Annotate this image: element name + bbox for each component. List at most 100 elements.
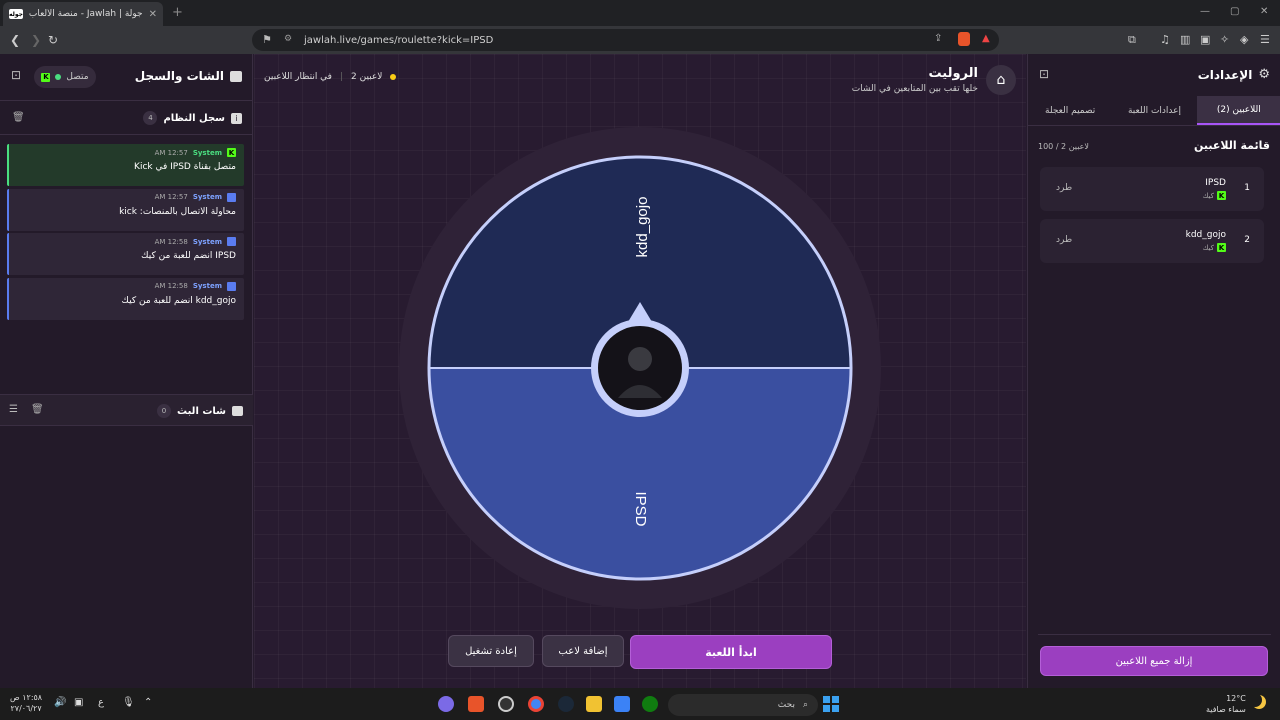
system-log-count: 4 (143, 111, 158, 125)
log-entry: K System 12:57 AM متصل بقناة IPSD في Kick (7, 144, 244, 186)
back-icon[interactable]: ❮ (10, 33, 20, 47)
tab-players[interactable]: اللاعبين (2) (1196, 96, 1280, 125)
steam-icon[interactable] (558, 696, 574, 712)
log-meta: System 12:58 AM (17, 281, 236, 291)
log-message: محاولة الاتصال بالمنصات: kick (119, 206, 236, 217)
clock-date: ٢٧/٠٦/٢٧ (10, 704, 42, 713)
chevron-up-icon[interactable]: ⌃ (144, 697, 152, 708)
start-icon[interactable] (823, 696, 839, 712)
address-bar[interactable]: ⚑ ⚙ jawlah.live/games/roulette?kick=IPSD… (252, 29, 999, 51)
divider (0, 425, 253, 426)
kick-icon: K (41, 72, 51, 82)
stream-chat-title-group: شات البث 0 (157, 404, 243, 418)
chat-bubble-icon (230, 70, 242, 82)
system-icon (227, 192, 236, 202)
restart-button[interactable]: إعادة تشغيل (448, 635, 534, 667)
player-name: IPSD (1205, 178, 1226, 188)
players-list-count: 100 / 2 لاعبين (1038, 142, 1089, 151)
tab-title: جولة | Jawlah - منصة الألعاب التفا (29, 9, 143, 19)
status-text: متصل (66, 72, 89, 82)
weather-widget[interactable]: 12°C سماء صافية (1206, 693, 1246, 715)
chrome-icon[interactable] (528, 696, 544, 712)
obs-icon[interactable] (498, 696, 514, 712)
share-icon[interactable]: ⇪ (934, 33, 942, 44)
volume-icon[interactable]: 🔊 (54, 697, 66, 708)
close-tab-icon[interactable]: ✕ (149, 9, 157, 20)
settings-header: ⚙ الإعدادات (1198, 67, 1270, 82)
wallet-icon[interactable]: ▣ (1200, 33, 1210, 46)
log-entry: System 12:57 AM محاولة الاتصال بالمنصات: k… (7, 188, 244, 231)
browser-tab[interactable]: جوله جولة | Jawlah - منصة الألعاب التفا … (3, 2, 163, 26)
kick-icon: K (1217, 243, 1226, 252)
system-icon (227, 281, 236, 291)
os-taskbar: ١٢:٥٨ ص ٢٧/٠٦/٢٧ 🔊 ▣ ع 🎙 ⌃ بحث ⌕ 12°C سم… (0, 688, 1280, 720)
forward-icon[interactable]: ❯ (31, 33, 41, 47)
tab-game-settings[interactable]: إعدادات اللعبة (1112, 96, 1196, 125)
network-icon[interactable]: ▣ (74, 697, 83, 708)
sidebar-icon[interactable]: ▥ (1180, 33, 1190, 46)
browser-tabbar: جوله جولة | Jawlah - منصة الألعاب التفا … (0, 0, 1280, 26)
brave-shield-icon[interactable] (958, 32, 970, 46)
game-area: في انتظار اللاعبين | 2 لاعبين الروليت خل… (254, 54, 1026, 688)
home-button[interactable]: ⌂ (986, 65, 1016, 95)
wheel-label-1: IPSD (632, 491, 649, 526)
clock[interactable]: ١٢:٥٨ ص ٢٧/٠٦/٢٧ (10, 692, 42, 714)
close-window-icon[interactable]: ✕ (1260, 6, 1268, 17)
add-player-button[interactable]: إضافة لاعب (542, 635, 624, 667)
players-count: 2 لاعبين (351, 72, 383, 82)
app-area: ⊡ K متصل الشات والسجل i سجل النظام 4 🗑 K… (0, 54, 1280, 688)
taskbar-search[interactable]: بحث ⌕ (668, 694, 818, 716)
minimize-icon[interactable]: — (1200, 6, 1210, 17)
chat-bubble-icon (232, 406, 243, 416)
align-icon[interactable]: ☰ (9, 404, 18, 415)
weather-temp: 12°C (1226, 694, 1246, 703)
collapse-panel-icon[interactable]: ⊡ (1039, 67, 1049, 81)
vpn-icon[interactable]: ◈ (1240, 33, 1248, 46)
settings-panel: ⊡ ⚙ الإعدادات اللاعبين (2) إعدادات اللعب… (1027, 54, 1280, 688)
bookmark-icon[interactable]: ⚑ (262, 33, 272, 46)
log-meta: System 12:58 AM (17, 237, 236, 246)
new-tab-icon[interactable]: + (172, 5, 183, 20)
discord-icon[interactable] (438, 696, 454, 712)
clock-time: ١٢:٥٨ ص (10, 693, 43, 702)
kick-player-button[interactable]: طرد (1056, 235, 1072, 245)
collapse-panel-icon[interactable]: ⊡ (11, 68, 21, 82)
game-status: في انتظار اللاعبين | 2 لاعبين (264, 72, 397, 82)
start-game-button[interactable]: ابدأ اللعبة (630, 635, 832, 669)
ai-icon[interactable]: ✧ (1220, 33, 1229, 46)
player-source-label: كيك (1202, 191, 1214, 200)
microphone-icon[interactable]: 🎙 (122, 697, 135, 708)
log-author: System (192, 282, 222, 290)
chat-panel-header: الشات والسجل (135, 69, 242, 83)
game-subtitle: خلها تقب بين المتابعين في الشات (851, 84, 978, 94)
log-entry: System 12:58 AM IPSD انضم للعبة من كيك (7, 233, 244, 275)
file-explorer-icon[interactable] (586, 696, 602, 712)
site-info-icon[interactable]: ⚙ (284, 34, 292, 44)
clear-log-icon[interactable]: 🗑 (12, 112, 25, 123)
system-log-title: سجل النظام (163, 112, 225, 124)
language-indicator[interactable]: ع (98, 697, 104, 708)
brave-icon[interactable] (468, 696, 484, 712)
music-icon[interactable]: ♫ (1160, 33, 1170, 46)
stream-chat-title: شات البث (177, 405, 226, 417)
log-time: 12:57 AM (154, 193, 188, 201)
screenshot-icon[interactable]: ⧉ (1128, 33, 1136, 47)
store-icon[interactable] (614, 696, 630, 712)
search-icon: ⌕ (802, 700, 808, 710)
menu-icon[interactable]: ☰ (1260, 33, 1270, 46)
tab-wheel-design[interactable]: تصميم العجلة (1028, 96, 1112, 125)
xbox-icon[interactable] (642, 696, 658, 712)
remove-all-players-button[interactable]: إزالة جميع اللاعبين (1040, 646, 1268, 676)
roulette-wheel[interactable]: kdd_gojo IPSD (399, 126, 881, 610)
log-icon: i (231, 112, 242, 124)
divider (0, 100, 253, 101)
moon-icon (1252, 695, 1266, 709)
brave-rewards-icon[interactable]: ▲ (982, 33, 990, 44)
log-time: 12:58 AM (154, 282, 188, 290)
kick-player-button[interactable]: طرد (1056, 183, 1072, 193)
maximize-icon[interactable]: ▢ (1230, 6, 1239, 17)
log-author: System (192, 193, 222, 201)
status-dot-icon (390, 74, 397, 80)
clear-chat-icon[interactable]: 🗑 (31, 404, 44, 415)
reload-icon[interactable]: ↻ (48, 33, 58, 47)
